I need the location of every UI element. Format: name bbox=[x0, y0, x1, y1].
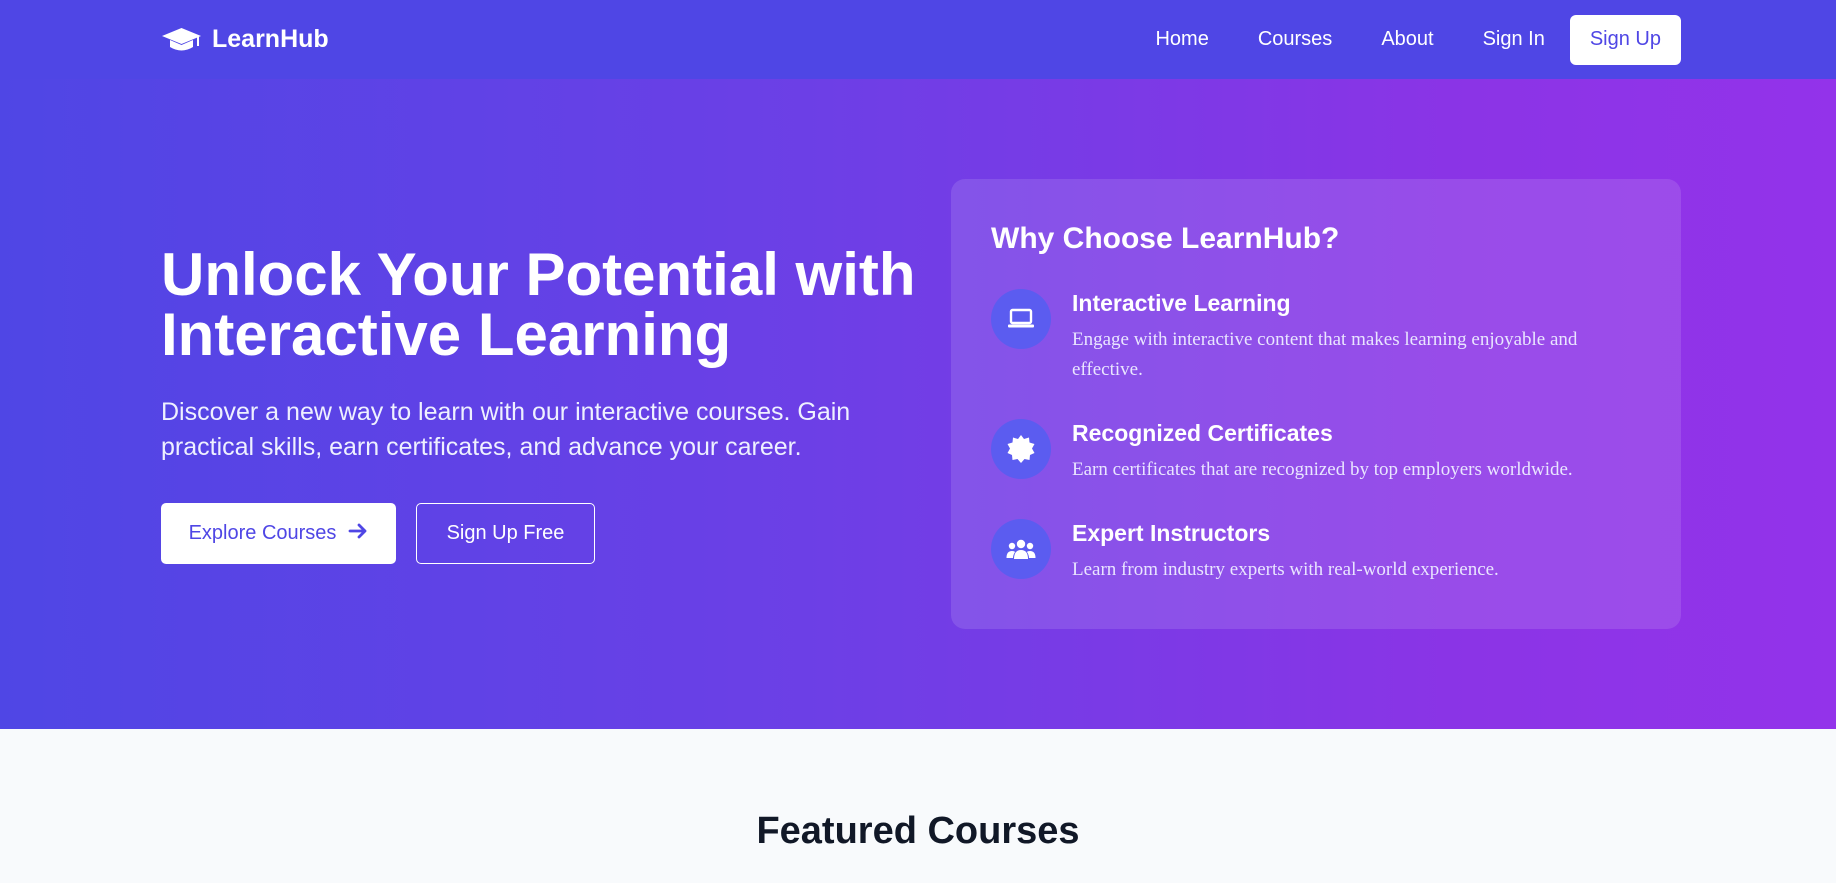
arrow-right-icon bbox=[348, 522, 368, 546]
nav-links: Home Courses About Sign In Sign Up bbox=[1155, 14, 1681, 65]
featured-courses-title: Featured Courses bbox=[756, 810, 1080, 852]
users-icon bbox=[991, 519, 1051, 579]
why-choose-title: Why Choose LearnHub? bbox=[991, 222, 1340, 255]
brand-logo[interactable]: LearnHub bbox=[161, 25, 329, 54]
explore-courses-label: Explore Courses bbox=[188, 522, 337, 544]
feature-text: Expert Instructors Learn from industry e… bbox=[1072, 519, 1652, 585]
navbar: LearnHub Home Courses About Sign In Sign… bbox=[0, 0, 1836, 79]
nav-link-sign-in[interactable]: Sign In bbox=[1483, 28, 1545, 51]
nav-link-about[interactable]: About bbox=[1381, 28, 1433, 51]
hero-section: Unlock Your Potential with Interactive L… bbox=[0, 79, 1836, 729]
feature-text: Recognized Certificates Earn certificate… bbox=[1072, 419, 1652, 485]
feature-title: Recognized Certificates bbox=[1072, 420, 1333, 446]
feature-description: Learn from industry experts with real-wo… bbox=[1072, 559, 1499, 580]
navbar-inner: LearnHub Home Courses About Sign In Sign… bbox=[161, 14, 1681, 65]
feature-item-expert-instructors: Expert Instructors Learn from industry e… bbox=[991, 519, 1651, 585]
graduation-cap-icon bbox=[161, 27, 202, 53]
sign-up-button[interactable]: Sign Up bbox=[1569, 14, 1681, 65]
feature-item-interactive-learning: Interactive Learning Engage with interac… bbox=[991, 289, 1651, 385]
sign-up-free-button[interactable]: Sign Up Free bbox=[416, 503, 595, 564]
feature-text: Interactive Learning Engage with interac… bbox=[1072, 289, 1652, 385]
feature-title: Interactive Learning bbox=[1072, 290, 1291, 316]
hero-title: Unlock Your Potential with Interactive L… bbox=[161, 241, 916, 368]
feature-title: Expert Instructors bbox=[1072, 520, 1271, 546]
nav-link-courses[interactable]: Courses bbox=[1258, 28, 1332, 51]
hero-subtitle: Discover a new way to learn with our int… bbox=[161, 398, 851, 461]
brand-name: LearnHub bbox=[212, 25, 329, 53]
feature-description: Earn certificates that are recognized by… bbox=[1072, 459, 1573, 480]
laptop-icon bbox=[991, 289, 1051, 349]
feature-item-recognized-certificates: Recognized Certificates Earn certificate… bbox=[991, 419, 1651, 485]
why-choose-card: Why Choose LearnHub? Interactive Learnin… bbox=[951, 179, 1681, 629]
feature-description: Engage with interactive content that mak… bbox=[1072, 329, 1578, 380]
hero-buttons: Explore Courses Sign Up Free bbox=[161, 503, 595, 564]
explore-courses-button[interactable]: Explore Courses bbox=[161, 503, 396, 564]
certificate-icon bbox=[991, 419, 1051, 479]
nav-link-home[interactable]: Home bbox=[1155, 28, 1208, 51]
